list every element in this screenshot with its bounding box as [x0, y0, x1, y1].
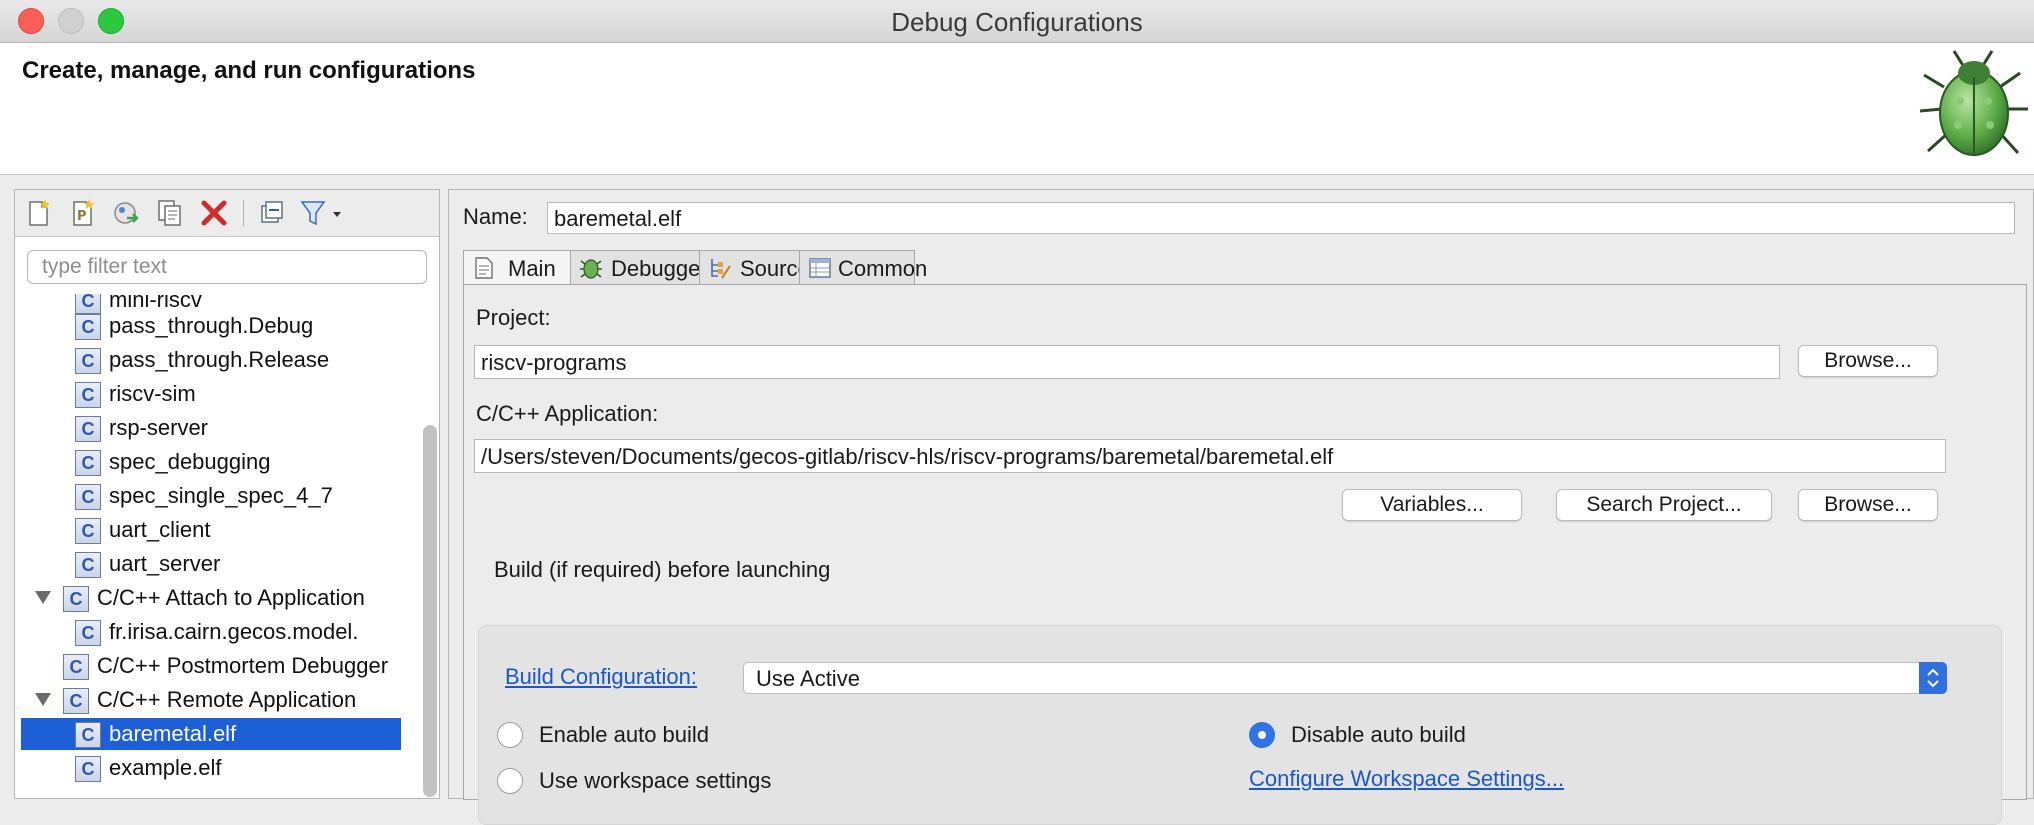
tree-item[interactable]: C pass_through.Release — [21, 344, 401, 376]
new-prototype-icon[interactable]: P — [67, 198, 97, 228]
variables-button[interactable]: Variables... — [1342, 489, 1522, 521]
configuration-editor: Name: baremetal.elf Main Debugger Source — [448, 189, 2034, 825]
window-title: Debug Configurations — [891, 7, 1143, 37]
c-config-icon: C — [75, 314, 101, 340]
new-configuration-icon[interactable] — [23, 198, 53, 228]
debugger-tab-icon — [580, 259, 602, 279]
c-config-icon: C — [75, 756, 101, 782]
use-workspace-settings-label: Use workspace settings — [539, 768, 772, 793]
configurations-pane: P type filter text C mini-riscv C pass_t… — [14, 189, 440, 799]
c-config-icon: C — [75, 722, 101, 748]
enable-auto-build-radio[interactable] — [497, 722, 523, 748]
collapse-all-icon[interactable] — [257, 198, 287, 228]
tree-item[interactable]: C spec_single_spec_4_7 — [21, 480, 401, 512]
common-tab-icon — [809, 258, 831, 278]
use-workspace-settings-radio[interactable] — [497, 768, 523, 794]
c-config-icon: C — [75, 416, 101, 442]
build-configuration-select[interactable]: Use Active — [743, 662, 1947, 694]
application-browse-button[interactable]: Browse... — [1798, 489, 1938, 521]
c-launch-type-icon: C — [63, 654, 89, 680]
configurations-toolbar: P — [15, 190, 439, 237]
tab-main[interactable]: Main — [463, 250, 571, 286]
application-label: C/C++ Application: — [476, 401, 659, 426]
tree-scrollbar[interactable] — [423, 425, 437, 797]
tree-item[interactable]: C uart_client — [21, 514, 401, 546]
build-configuration-value: Use Active — [756, 666, 860, 691]
source-tab-icon — [711, 259, 731, 279]
filter-input[interactable]: type filter text — [27, 250, 427, 284]
tree-item[interactable]: C spec_debugging — [21, 446, 401, 478]
export-configuration-icon[interactable] — [111, 198, 141, 228]
title-bar: Debug Configurations — [0, 0, 2034, 43]
tree-item[interactable]: C rsp-server — [21, 412, 401, 444]
application-field[interactable]: /Users/steven/Documents/gecos-gitlab/ris… — [474, 439, 1946, 473]
tree-group[interactable]: C C/C++ Postmortem Debugger — [21, 650, 401, 682]
c-config-icon: C — [75, 450, 101, 476]
configure-workspace-settings-link[interactable]: Configure Workspace Settings... — [1249, 766, 1564, 792]
c-config-icon: C — [75, 484, 101, 510]
expand-triangle-icon[interactable] — [35, 591, 51, 604]
bug-icon — [1919, 50, 2028, 156]
enable-auto-build-label: Enable auto build — [539, 722, 710, 747]
project-browse-button[interactable]: Browse... — [1798, 345, 1938, 377]
disable-auto-build-radio[interactable] — [1249, 722, 1275, 748]
c-config-icon: C — [75, 552, 101, 578]
delete-icon[interactable] — [199, 198, 229, 228]
main-tab-panel: Project: riscv-programs Browse... C/C++ … — [463, 284, 2027, 825]
duplicate-icon[interactable] — [155, 198, 185, 228]
disable-auto-build-label: Disable auto build — [1291, 722, 1466, 747]
toolbar-separator — [243, 200, 244, 226]
tree-item[interactable]: C pass_through.Debug — [21, 310, 401, 342]
project-field[interactable]: riscv-programs — [474, 345, 1780, 379]
tab-common[interactable]: Common — [799, 250, 927, 284]
tab-source[interactable]: Source — [699, 250, 810, 284]
build-group: Build Configuration: Use Active Enable a… — [478, 625, 2002, 825]
project-label: Project: — [476, 305, 551, 330]
tree-group[interactable]: C C/C++ Attach to Application — [21, 582, 401, 614]
c-config-icon: C — [75, 620, 101, 646]
c-launch-type-icon: C — [63, 688, 89, 714]
expand-triangle-icon[interactable] — [35, 693, 51, 706]
tree-group[interactable]: C C/C++ Remote Application — [21, 684, 401, 716]
tree-item[interactable]: C example.elf — [21, 752, 401, 784]
tab-debugger[interactable]: Debugger — [570, 250, 708, 284]
name-field[interactable]: baremetal.elf — [547, 202, 2015, 234]
select-arrows-icon — [1919, 662, 1947, 694]
search-project-button[interactable]: Search Project... — [1556, 489, 1772, 521]
c-launch-type-icon: C — [63, 586, 89, 612]
banner-title: Create, manage, and run configurations — [22, 57, 476, 84]
tree-item[interactable]: C uart_server — [21, 548, 401, 580]
build-configuration-link[interactable]: Build Configuration: — [505, 664, 697, 690]
tree-item-selected[interactable]: C baremetal.elf — [21, 718, 401, 750]
filter-icon[interactable] — [299, 198, 345, 228]
c-config-icon: C — [75, 348, 101, 374]
configuration-tree: C mini-riscv C pass_through.Debug C pass… — [15, 294, 407, 800]
svg-text:P: P — [77, 209, 87, 224]
c-config-icon: C — [75, 382, 101, 408]
build-group-title: Build (if required) before launching — [494, 557, 831, 582]
header-banner: Create, manage, and run configurations — [0, 43, 2034, 175]
name-label: Name: — [463, 204, 528, 229]
c-config-icon: C — [75, 518, 101, 544]
tree-item[interactable]: C fr.irisa.cairn.gecos.model. — [21, 616, 401, 648]
tree-item[interactable]: C riscv-sim — [21, 378, 401, 410]
main-tab-icon — [475, 257, 493, 279]
